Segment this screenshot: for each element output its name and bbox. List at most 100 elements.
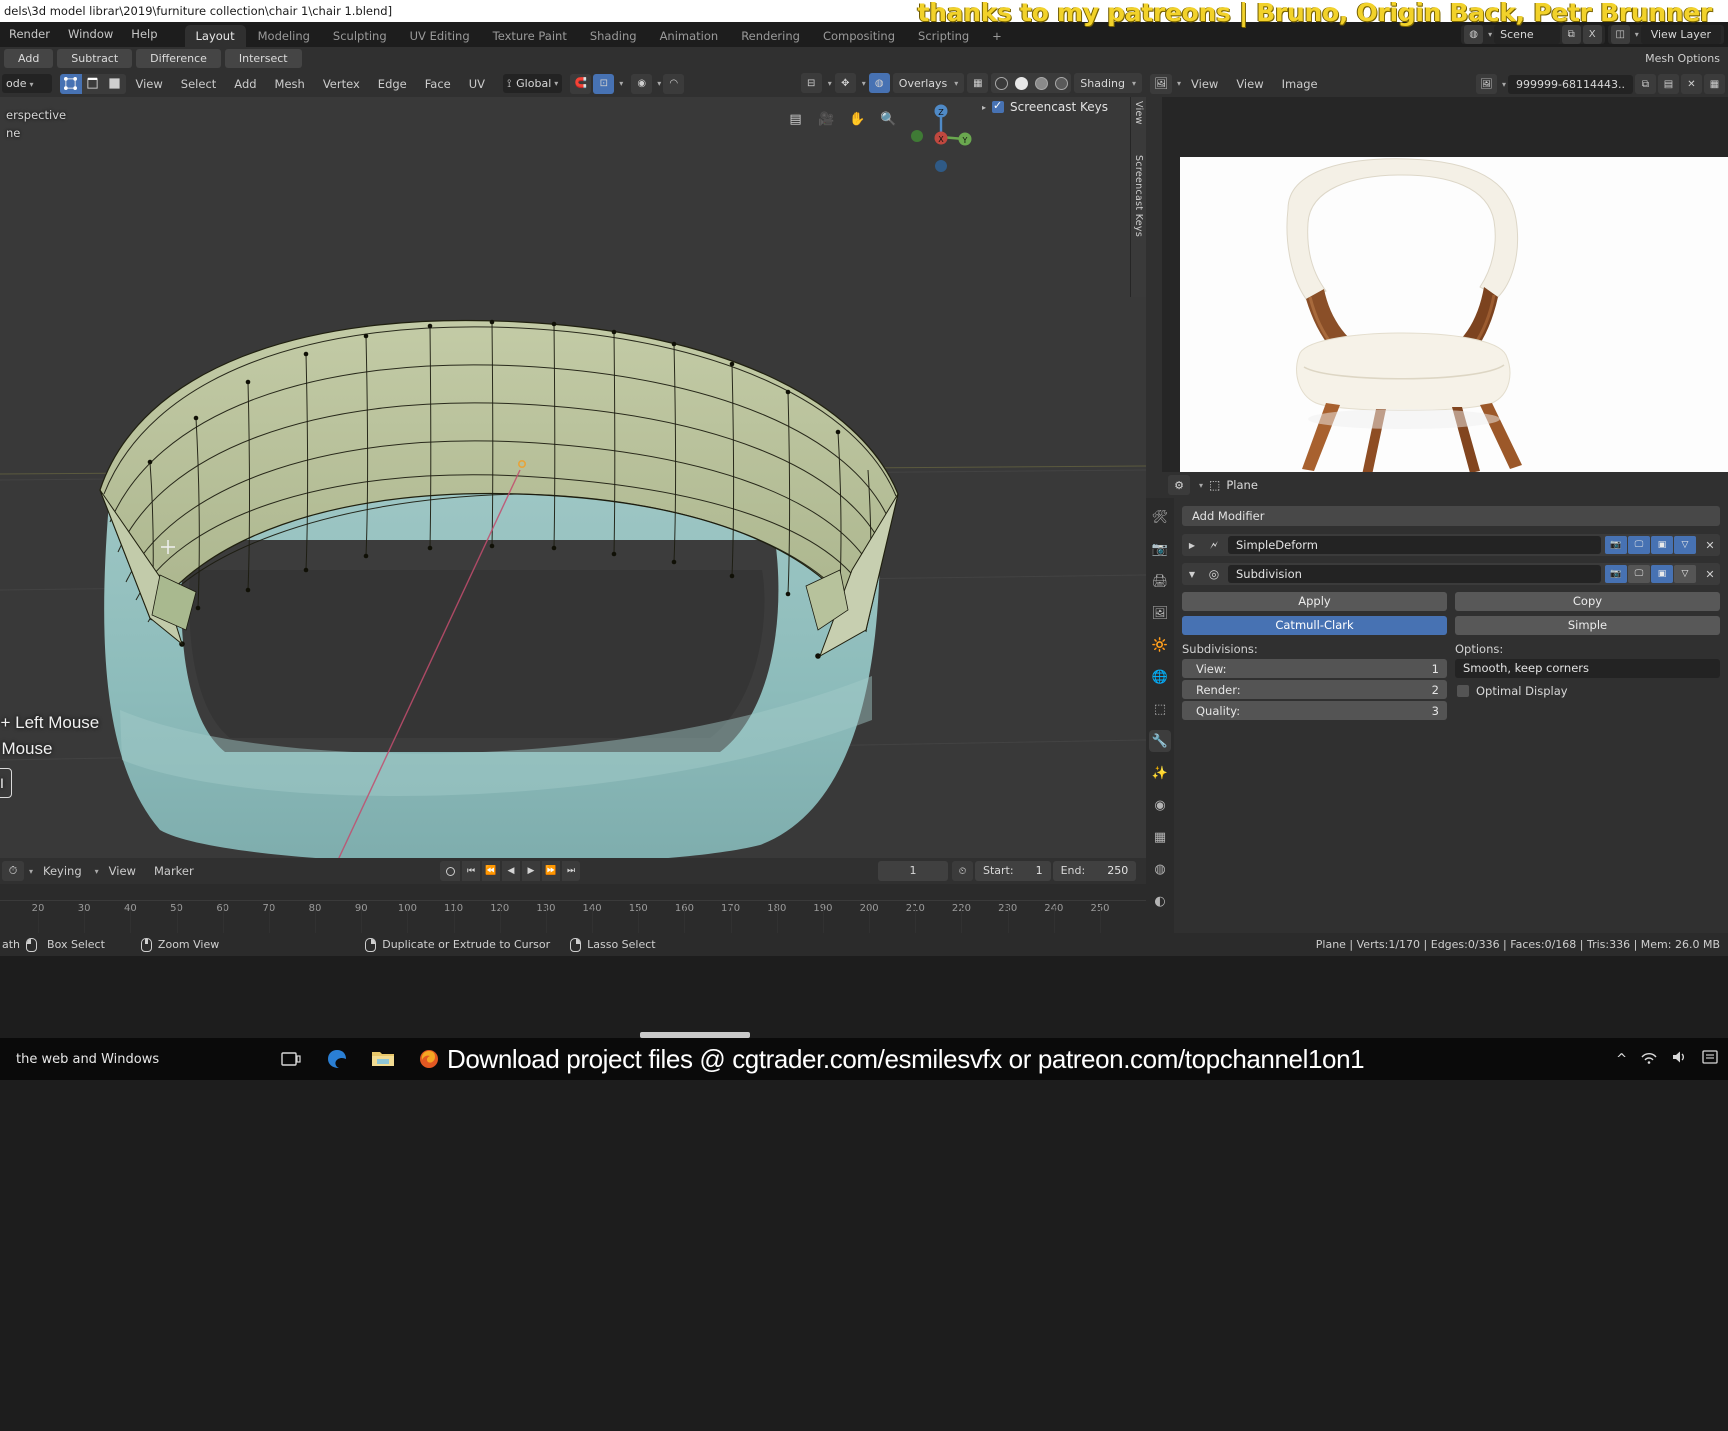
add-modifier-button[interactable]: Add Modifier — [1182, 506, 1720, 526]
edit-mode-toggle[interactable]: ▣ — [1651, 536, 1673, 554]
play-button[interactable]: ▶ — [522, 861, 540, 881]
pack-image-button[interactable]: ▤ — [1658, 74, 1679, 94]
render-visibility-toggle[interactable]: 📷 — [1605, 536, 1627, 554]
tab-scene[interactable]: 🔆 — [1149, 634, 1171, 656]
bool-intersect-button[interactable]: Intersect — [224, 49, 302, 68]
next-keyframe-button[interactable]: ⏩ — [542, 861, 560, 881]
chevron-down-icon[interactable]: ▾ — [1199, 481, 1203, 490]
material-preview-button[interactable] — [1031, 73, 1051, 93]
view-layer-name-field[interactable]: View Layer — [1640, 25, 1721, 44]
overlays-dropdown[interactable]: Overlays ▾ — [892, 73, 965, 93]
tab-modeling[interactable]: Modeling — [247, 25, 321, 47]
optimal-display-row[interactable]: Optimal Display — [1455, 681, 1720, 700]
new-image-button[interactable]: ⧉ — [1635, 74, 1656, 94]
breadcrumb-object-name[interactable]: Plane — [1226, 478, 1258, 492]
mesh-options-label[interactable]: Mesh Options — [1645, 50, 1720, 68]
catmull-clark-button[interactable]: Catmull-Clark — [1182, 616, 1447, 635]
tab-object[interactable]: ⬚ — [1149, 698, 1171, 720]
screencast-keys-toggle[interactable]: ▸ Screencast Keys — [982, 99, 1108, 114]
proportional-chevron-icon[interactable]: ▾ — [657, 79, 661, 88]
taskbar-search-box[interactable]: the web and Windows — [0, 1038, 265, 1080]
scene-name-field[interactable]: Scene — [1494, 25, 1560, 44]
viewport-mode-dropdown[interactable]: ode ▾ — [2, 74, 52, 93]
viewport-menu-view[interactable]: View — [128, 74, 171, 94]
file-explorer-icon[interactable] — [371, 1047, 395, 1071]
viewport-menu-add[interactable]: Add — [226, 74, 264, 94]
visibility-icon[interactable]: ⊟ — [800, 73, 822, 93]
toggle-camera-grid-icon[interactable]: ▤ — [786, 110, 805, 129]
axis-navigation-gizmo[interactable]: Z Y X — [904, 100, 978, 174]
face-select-mode-button[interactable] — [103, 73, 126, 94]
shading-dropdown[interactable]: Shading ▾ — [1074, 73, 1142, 93]
viewport-sidebar-tabs[interactable]: View Screencast Keys — [1130, 97, 1146, 297]
properties-editor-type-icon[interactable]: ⚙ — [1168, 475, 1190, 495]
tab-modifiers[interactable]: 🔧 — [1149, 730, 1171, 752]
on-cage-toggle-2[interactable]: ▽ — [1674, 565, 1696, 583]
viewport-menu-edge[interactable]: Edge — [370, 74, 415, 94]
jump-to-end-button[interactable]: ⏭ — [562, 861, 580, 881]
close-image-button[interactable]: ✕ — [1681, 74, 1702, 94]
collapse-triangle-icon[interactable]: ▼ — [1184, 570, 1200, 579]
bool-difference-button[interactable]: Difference — [136, 49, 221, 68]
bool-subtract-button[interactable]: Subtract — [57, 49, 133, 68]
quality-field[interactable]: Quality: 3 — [1182, 701, 1447, 720]
tab-material[interactable]: ◍ — [1149, 858, 1171, 880]
tab-uv-editing[interactable]: UV Editing — [399, 25, 481, 47]
viewport-menu-mesh[interactable]: Mesh — [267, 74, 313, 94]
delete-scene-button[interactable]: X — [1582, 25, 1602, 44]
tab-object-data[interactable]: ▦ — [1149, 826, 1171, 848]
timeline-editor-type-icon[interactable]: ⏱ — [2, 861, 24, 881]
wireframe-shading-button[interactable] — [991, 73, 1011, 93]
show-hidden-icons-button[interactable]: ^ — [1616, 1052, 1627, 1067]
modifier-name-simpledeform[interactable]: SimpleDeform — [1228, 536, 1601, 554]
new-scene-button[interactable]: ⧉ — [1561, 25, 1581, 44]
image-settings-icon[interactable]: ▦ — [1704, 74, 1725, 94]
chevron-down-icon[interactable]: ▾ — [1502, 80, 1506, 89]
tab-compositing[interactable]: Compositing — [812, 25, 906, 47]
pan-hand-icon[interactable]: ✋ — [848, 110, 867, 129]
viewport-menu-vertex[interactable]: Vertex — [315, 74, 368, 94]
chevron-down-icon[interactable]: ▾ — [29, 867, 33, 876]
modifier-name-subdivision[interactable]: Subdivision — [1228, 565, 1601, 583]
image-browse-icon[interactable]: 🖼 — [1476, 74, 1498, 94]
visibility-chevron-icon[interactable]: ▾ — [828, 79, 832, 88]
image-editor-canvas[interactable] — [1162, 97, 1728, 479]
current-frame-field[interactable]: 1 — [878, 861, 948, 881]
apply-button[interactable]: Apply — [1182, 592, 1447, 611]
snap-target-button[interactable]: ⊡ — [593, 73, 615, 94]
tab-scripting[interactable]: Scripting — [907, 25, 980, 47]
end-frame-field[interactable]: End: 250 — [1052, 861, 1137, 881]
simple-button[interactable]: Simple — [1455, 616, 1720, 635]
snap-magnet-button[interactable]: 🧲 — [570, 73, 592, 94]
timeline-menu-keying[interactable]: Keying — [35, 861, 90, 881]
firefox-icon[interactable] — [417, 1047, 441, 1071]
tab-animation[interactable]: Animation — [649, 25, 730, 47]
tab-view-layer[interactable]: 🖼 — [1149, 602, 1171, 624]
image-name-field[interactable]: 999999-68114443.. — [1508, 74, 1633, 94]
play-reverse-button[interactable]: ◀ — [502, 861, 520, 881]
image-editor-menu-view-mode[interactable]: View — [1183, 74, 1226, 94]
jump-to-start-button[interactable]: ⏮ — [462, 861, 480, 881]
vertex-select-mode-button[interactable] — [59, 73, 82, 94]
tab-shading[interactable]: Shading — [579, 25, 648, 47]
image-editor-menu-view[interactable]: View — [1228, 74, 1271, 94]
tab-sculpting[interactable]: Sculpting — [322, 25, 398, 47]
transform-orientation-dropdown[interactable]: ⟟ Global ▾ — [503, 74, 563, 93]
on-cage-toggle[interactable]: ▽ — [1674, 536, 1696, 554]
expand-triangle-icon[interactable]: ▸ — [982, 103, 986, 112]
screencast-keys-checkbox[interactable] — [992, 99, 1004, 113]
gizmo-chevron-icon[interactable]: ▾ — [862, 79, 866, 88]
timeline-menu-marker[interactable]: Marker — [146, 861, 202, 881]
viewport-visibility-toggle-2[interactable]: 🖵 — [1628, 565, 1650, 583]
viewport-menu-select[interactable]: Select — [173, 74, 224, 94]
chevron-down-icon[interactable]: ▾ — [1177, 79, 1181, 88]
view-layer-browse-icon[interactable]: ◫ — [1610, 25, 1630, 44]
edit-mode-toggle-2[interactable]: ▣ — [1651, 565, 1673, 583]
bool-add-button[interactable]: Add — [4, 49, 54, 68]
tab-rendering[interactable]: Rendering — [730, 25, 811, 47]
tab-tool[interactable]: 🛠 — [1149, 506, 1171, 528]
zoom-magnifier-icon[interactable]: 🔍 — [879, 110, 898, 129]
menu-window[interactable]: Window — [59, 22, 122, 47]
rendered-shading-button[interactable] — [1051, 73, 1071, 93]
remove-modifier-button[interactable]: ✕ — [1702, 539, 1718, 552]
